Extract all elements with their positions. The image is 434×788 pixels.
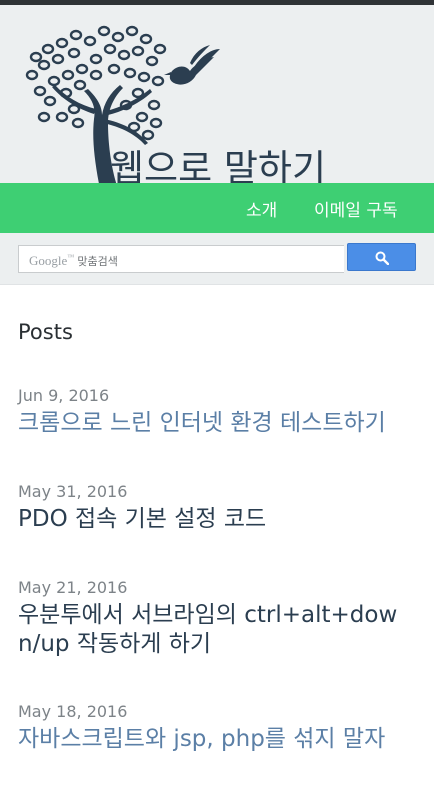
post-date: Jun 9, 2016 [18, 386, 110, 405]
posts-heading: Posts [18, 320, 73, 344]
search-placeholder: Google™ 맞춤검색 [29, 253, 118, 269]
search-placeholder-text: 맞춤검색 [77, 255, 118, 268]
site-title[interactable]: 웹으로 말하기 [110, 138, 326, 183]
post-date: May 18, 2016 [18, 702, 128, 721]
search-button[interactable] [347, 243, 416, 271]
post-title-link[interactable]: 자바스크립트와 jsp, php를 섞지 말자 [18, 725, 418, 754]
post-item: May 18, 2016 자바스크립트와 jsp, php를 섞지 말자 [18, 702, 418, 754]
post-item: May 21, 2016 우분투에서 서브라임의 ctrl+alt+down/u… [18, 578, 418, 659]
nav-item-email-subscribe[interactable]: 이메일 구독 [314, 196, 398, 221]
post-title-link[interactable]: 크롬으로 느린 인터넷 환경 테스트하기 [18, 409, 418, 438]
post-item: May 31, 2016 PDO 접속 기본 설정 코드 [18, 482, 418, 534]
post-title-link[interactable]: 우분투에서 서브라임의 ctrl+alt+down/up 작동하게 하기 [18, 601, 418, 659]
post-date: May 31, 2016 [18, 482, 128, 501]
search-icon [375, 251, 389, 265]
search-input[interactable]: Google™ 맞춤검색 [18, 245, 344, 273]
site-header: 웹으로 말하기 [0, 5, 434, 183]
nav-item-about[interactable]: 소개 [246, 196, 277, 221]
trademark-mark: ™ [67, 253, 75, 261]
google-brand-label: Google [29, 253, 68, 268]
post-title-link[interactable]: PDO 접속 기본 설정 코드 [18, 505, 418, 534]
search-bar: Google™ 맞춤검색 [0, 233, 434, 285]
nav-bar: 소개 이메일 구독 [0, 183, 434, 233]
post-item: Jun 9, 2016 크롬으로 느린 인터넷 환경 테스트하기 [18, 386, 418, 438]
post-date: May 21, 2016 [18, 578, 128, 597]
